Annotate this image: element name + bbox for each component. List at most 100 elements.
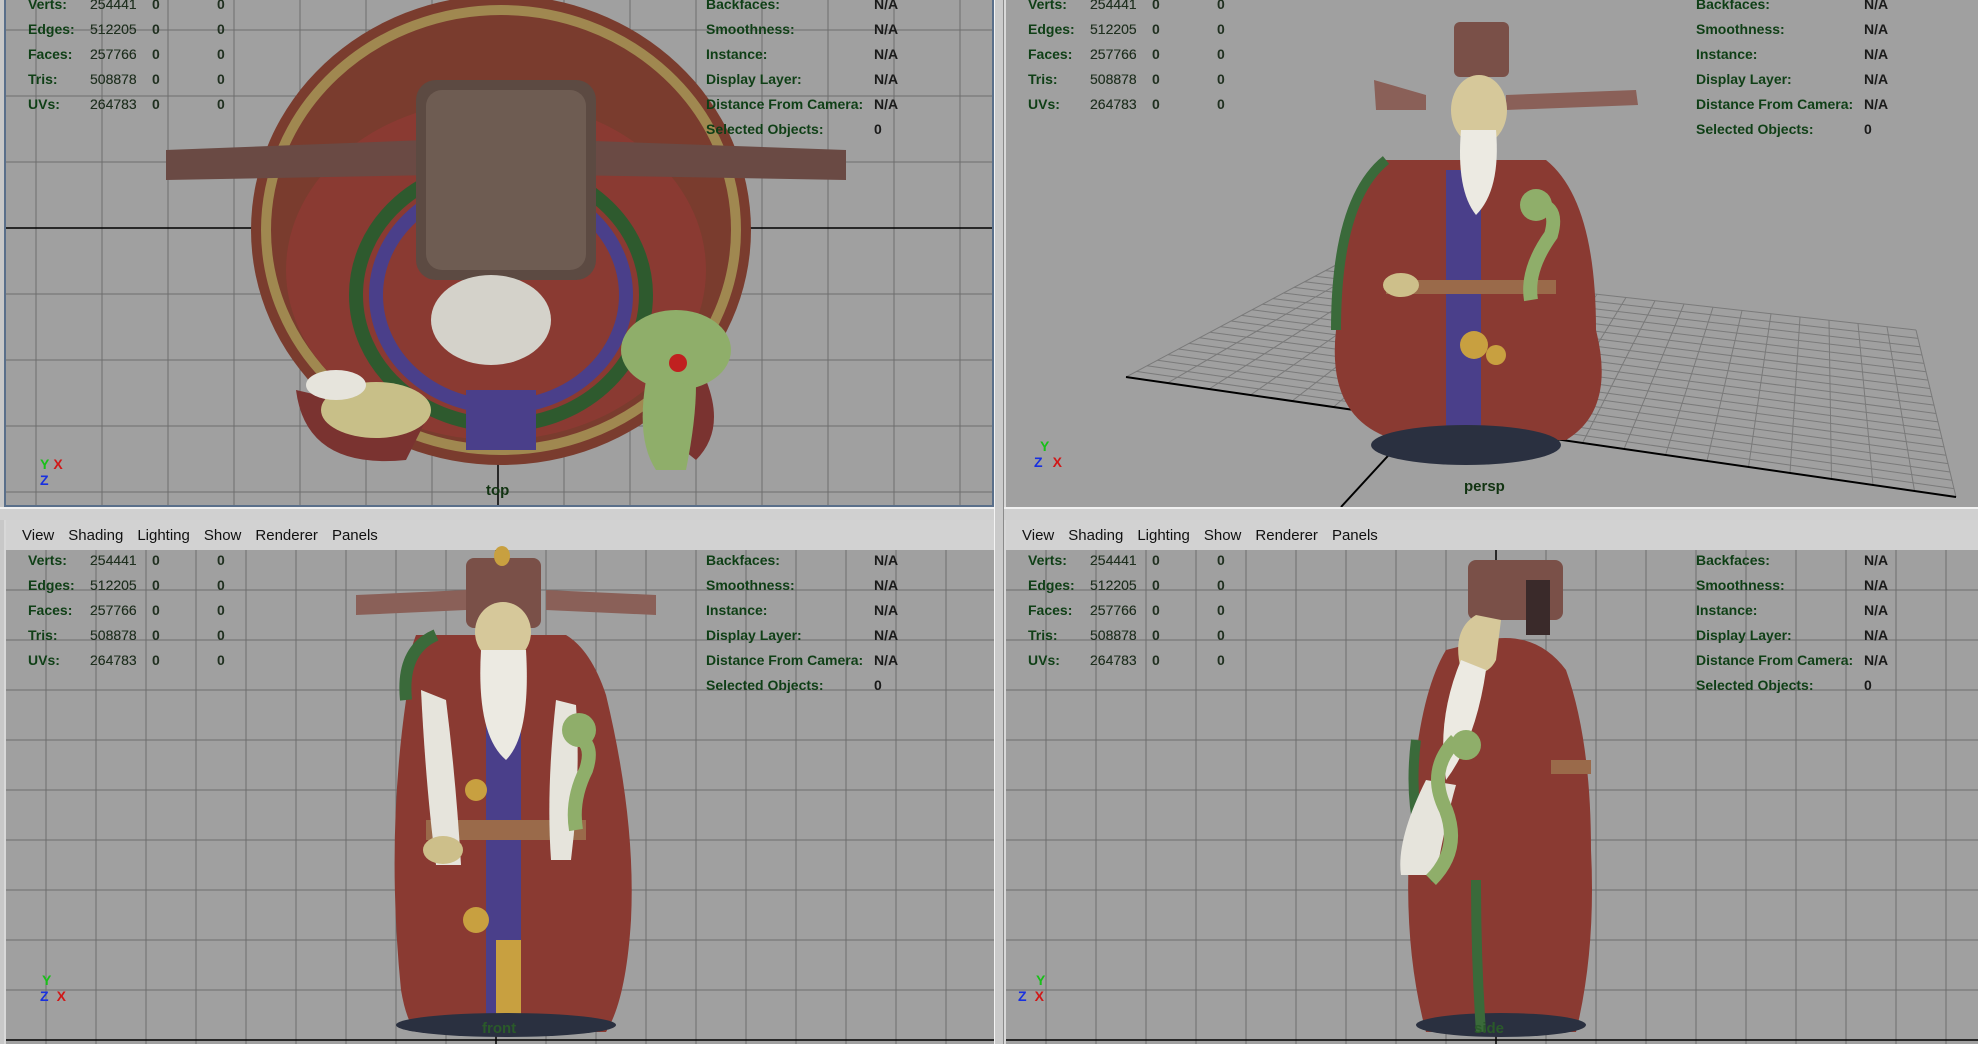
hud-detail-value: 0 — [1864, 121, 1872, 137]
hud-stat-value: 0 — [1152, 577, 1160, 593]
hud-detail-label: Smoothness: — [706, 21, 795, 37]
hud-stat-value: 512205 — [1090, 21, 1137, 37]
hud-stat-value: 0 — [1152, 96, 1160, 112]
hud-stat-value: 0 — [152, 627, 160, 643]
hud-detail-label: Smoothness: — [706, 577, 795, 593]
hud-stat-row: Faces: 257766 0 0 — [6, 598, 282, 623]
hud-stat-row: Edges: 512205 0 0 — [1006, 573, 1282, 598]
hud-detail-value: N/A — [874, 627, 899, 643]
hud-stat-value: 0 — [1217, 21, 1225, 37]
hud-detail-label: Display Layer: — [706, 627, 802, 643]
hud-stat-label: Verts: — [1028, 0, 1067, 12]
hud-stat-value: 0 — [217, 652, 225, 668]
hud-stat-label: Faces: — [28, 602, 73, 618]
hud-detail-value: 0 — [874, 121, 882, 137]
hud-stat-row: Verts: 254441 0 0 — [6, 0, 282, 17]
hud-stat-value: 257766 — [1090, 602, 1137, 618]
hud-object-details: Backfaces: N/A Smoothness: N/A Instance: N/A D… — [706, 548, 898, 698]
hud-detail-value: 0 — [1864, 677, 1872, 693]
hud-stat-value: 512205 — [90, 577, 137, 593]
hud-detail-label: Distance From Camera: — [1696, 652, 1854, 668]
hud-detail-label: Instance: — [1696, 46, 1758, 62]
hud-detail-row: Display Layer: N/A — [706, 67, 898, 92]
hud-detail-label: Backfaces: — [1696, 0, 1770, 12]
hud-detail-value: N/A — [1864, 21, 1889, 37]
hud-stat-value: 0 — [152, 577, 160, 593]
hud-stat-label: UVs: — [1028, 96, 1060, 112]
hud-detail-row: Display Layer: N/A — [706, 623, 898, 648]
hud-stat-label: Tris: — [28, 627, 58, 643]
hud-stat-value: 0 — [1152, 46, 1160, 62]
hud-detail-value: N/A — [1864, 46, 1889, 62]
hud-detail-label: Distance From Camera: — [1696, 96, 1854, 112]
hud-stat-value: 257766 — [1090, 46, 1137, 62]
viewport-divider-vertical[interactable] — [994, 0, 1004, 1044]
hud-detail-row: Display Layer: N/A — [1696, 67, 1888, 92]
hud-detail-row: Distance From Camera: N/A — [1696, 648, 1888, 673]
hud-stat-value: 0 — [217, 0, 225, 12]
hud-stat-value: 254441 — [90, 552, 137, 568]
hud-detail-row: Distance From Camera: N/A — [706, 648, 898, 673]
viewport-top[interactable]: Verts: 254441 0 0 Edges: 512205 0 0 Faces: 257766… — [4, 0, 994, 507]
hud-stat-label: Edges: — [1028, 21, 1075, 37]
hud-stat-value: 0 — [217, 96, 225, 112]
camera-label: front — [482, 1020, 517, 1037]
hud-detail-row: Backfaces: N/A — [1696, 548, 1888, 573]
hud-detail-label: Distance From Camera: — [706, 652, 864, 668]
hud-detail-value: N/A — [1864, 96, 1889, 112]
hud-object-details: Backfaces: N/A Smoothness: N/A Instance: N/A D… — [1696, 0, 1888, 142]
hud-stat-value: 0 — [1217, 0, 1225, 12]
camera-label: persp — [1464, 478, 1505, 495]
hud-stat-label: Verts: — [1028, 552, 1067, 568]
hud-poly-count: Verts: 254441 0 0 Edges: 512205 0 0 Faces: 257766… — [1006, 548, 1282, 673]
hud-detail-row: Smoothness: N/A — [706, 17, 898, 42]
hud-detail-label: Backfaces: — [706, 0, 780, 12]
viewport-persp[interactable]: Verts: 254441 0 0 Edges: 512205 0 0 Faces: 257766… — [1004, 0, 1978, 507]
hud-stat-value: 0 — [217, 46, 225, 62]
hud-stat-row: Tris: 508878 0 0 — [6, 623, 282, 648]
hud-detail-row: Backfaces: N/A — [706, 548, 898, 573]
hud-stat-label: Verts: — [28, 0, 67, 12]
hud-poly-count: Verts: 254441 0 0 Edges: 512205 0 0 Faces: 257766… — [6, 548, 282, 673]
hud-stat-label: Tris: — [1028, 71, 1058, 87]
hud-stat-value: 0 — [217, 602, 225, 618]
camera-label: top — [486, 482, 510, 499]
viewport-divider-horizontal[interactable] — [0, 507, 1978, 520]
hud-detail-row: Display Layer: N/A — [1696, 623, 1888, 648]
hud-stat-value: 0 — [1152, 602, 1160, 618]
hud-detail-label: Instance: — [706, 602, 768, 618]
hud-stat-row: UVs: 264783 0 0 — [6, 648, 282, 673]
hud-detail-value: N/A — [1864, 0, 1889, 12]
hud-detail-row: Instance: N/A — [706, 42, 898, 67]
hud-stat-label: Faces: — [1028, 46, 1073, 62]
hud-detail-row: Smoothness: N/A — [1696, 17, 1888, 42]
hud-detail-value: N/A — [1864, 602, 1889, 618]
hud-detail-value: N/A — [874, 552, 899, 568]
hud-stat-value: 0 — [1217, 552, 1225, 568]
hud-stat-row: Verts: 254441 0 0 — [1006, 0, 1282, 17]
hud-stat-value: 0 — [1217, 71, 1225, 87]
hud-detail-label: Smoothness: — [1696, 21, 1785, 37]
hud-detail-value: N/A — [1864, 71, 1889, 87]
hud-stat-value: 0 — [217, 21, 225, 37]
hud-stat-value: 0 — [1152, 0, 1160, 12]
hud-detail-label: Display Layer: — [1696, 627, 1792, 643]
hud-stat-value: 0 — [217, 552, 225, 568]
hud-detail-row: Selected Objects: 0 — [706, 673, 898, 698]
viewport-front[interactable]: View Shading Lighting Show Renderer Pane… — [4, 520, 994, 1044]
hud-stat-row: UVs: 264783 0 0 — [1006, 648, 1282, 673]
hud-stat-label: Edges: — [28, 21, 75, 37]
hud-detail-value: N/A — [1864, 577, 1889, 593]
hud-stat-label: Tris: — [1028, 627, 1058, 643]
hud-stat-label: UVs: — [28, 96, 60, 112]
hud-stat-value: 0 — [1152, 552, 1160, 568]
hud-detail-row: Selected Objects: 0 — [1696, 673, 1888, 698]
hud-stat-row: Faces: 257766 0 0 — [1006, 42, 1282, 67]
viewport-side[interactable]: View Shading Lighting Show Renderer Pane… — [1004, 520, 1978, 1044]
hud-detail-label: Instance: — [1696, 602, 1758, 618]
hud-stat-value: 0 — [152, 552, 160, 568]
hud-stat-row: Tris: 508878 0 0 — [1006, 67, 1282, 92]
hud-stat-value: 254441 — [1090, 0, 1137, 12]
hud-stat-value: 0 — [217, 71, 225, 87]
hud-detail-label: Backfaces: — [1696, 552, 1770, 568]
